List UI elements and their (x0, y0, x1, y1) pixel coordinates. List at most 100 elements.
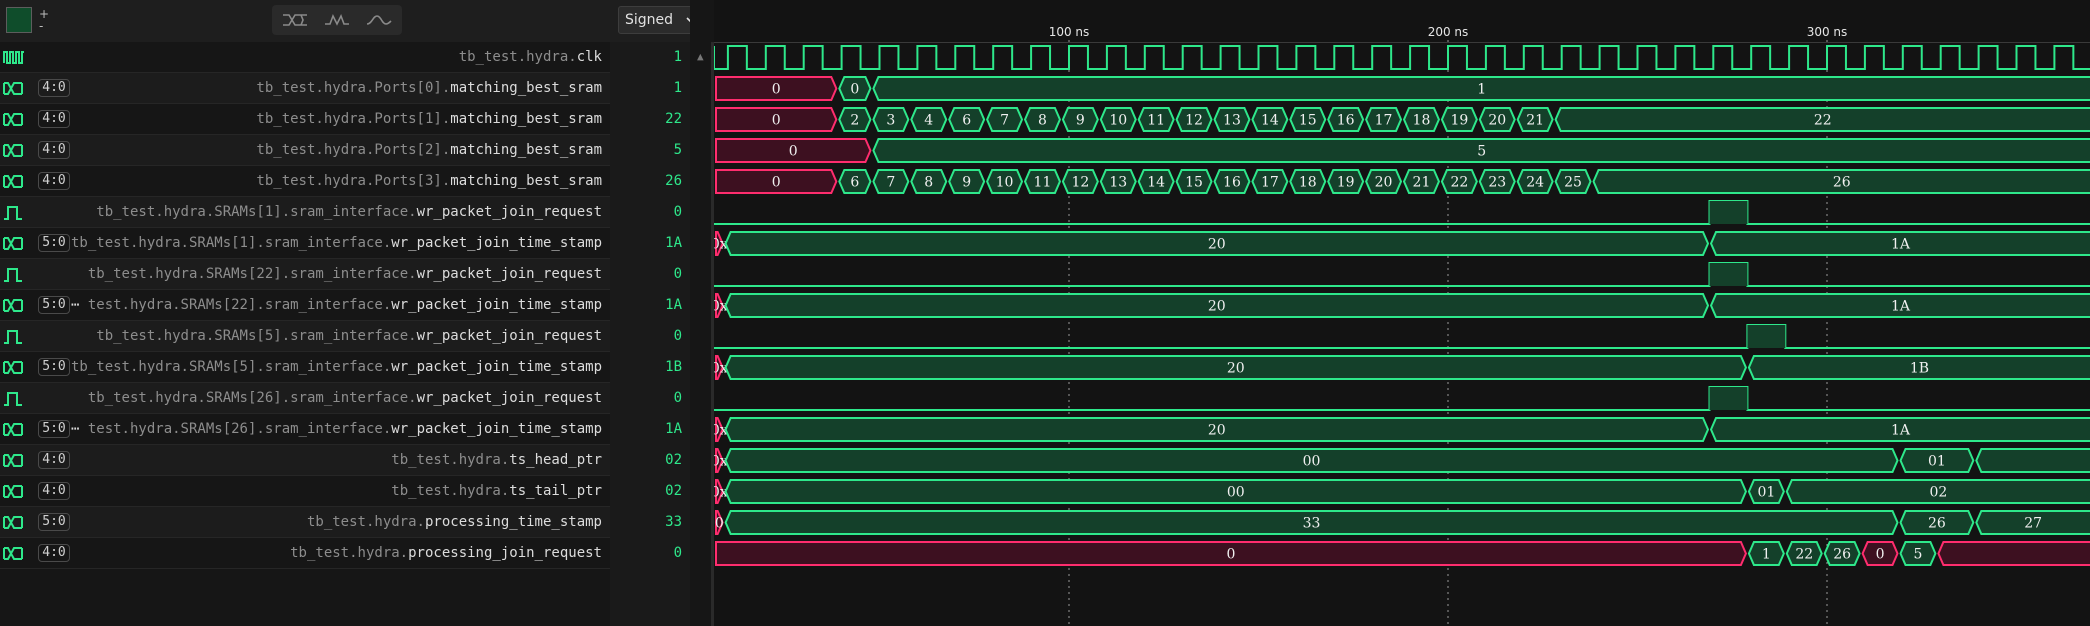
signal-value: 0 (673, 266, 682, 282)
signal-value: 22 (665, 111, 682, 127)
signal-row[interactable]: tb_test.hydra.clk (0, 42, 610, 73)
color-swatch[interactable] (6, 7, 32, 33)
bit-range-badge[interactable]: 4:0 (38, 141, 70, 159)
clock-icon (3, 51, 24, 64)
bus-icon (3, 237, 23, 250)
bus-value-label: 5 (1477, 144, 1486, 160)
collapse-button[interactable]: - (39, 20, 43, 32)
signal-row[interactable]: 5:0 ⋯ test.hydra.SRAMs[26].sram_interface… (0, 414, 610, 445)
value-format-label: Signed (625, 12, 674, 28)
bit-range-badge[interactable]: 5:0 (38, 513, 70, 531)
bus-format-button[interactable] (276, 8, 314, 32)
bus-value-label: 10 (1109, 113, 1127, 129)
waveform-canvas[interactable]: 100 ns 200 ns 300 ns0 0 10 2 3 4 6 7 8 9 10 11 12 13 14 1… (714, 0, 2090, 626)
panel-splitter[interactable]: ▲ (690, 0, 710, 626)
bus-value-label: 16 (1223, 175, 1241, 191)
pulse-icon (4, 392, 22, 406)
pulse-icon (4, 330, 22, 344)
signal-row[interactable]: 4:0 tb_test.hydra.Ports[1].matching_best_… (0, 104, 610, 135)
signal-value: 0 (673, 545, 682, 561)
pulse-wave (714, 200, 2090, 225)
signal-leaf: matching_best_sram (450, 142, 602, 158)
bit-range-badge[interactable]: 5:0 (38, 234, 70, 252)
step-interpolate-button[interactable] (318, 8, 356, 32)
time-tick-label: 200 ns (1428, 25, 1469, 39)
bit-range-badge[interactable]: 4:0 (38, 544, 70, 562)
smooth-interpolate-icon (366, 15, 392, 25)
signal-row[interactable]: tb_test.hydra.SRAMs[1].sram_interface.wr… (0, 197, 610, 228)
bus-value-label: 27 (2024, 516, 2042, 532)
bus-value-label: 01 (1757, 485, 1775, 501)
signal-name: tb_test.hydra.Ports[2].matching_best_sra… (256, 135, 602, 166)
signal-scope: tb_test.hydra.SRAMs[22].sram_interface. (87, 266, 417, 282)
bus-value-label: 02 (1929, 485, 1947, 501)
bus-icon (3, 361, 23, 374)
clock-wave (714, 45, 2090, 70)
bus-value-label: 20 (1208, 299, 1226, 315)
signal-leaf: matching_best_sram (450, 173, 602, 189)
signal-row[interactable]: 4:0 tb_test.hydra.ts_head_ptr (0, 445, 610, 476)
signal-row[interactable]: 5:0 ⋯ test.hydra.SRAMs[22].sram_interface… (0, 290, 610, 321)
scroll-up-icon[interactable]: ▲ (697, 50, 704, 63)
bus-segment (1937, 541, 2090, 566)
bus-value-label: 26 (1833, 175, 1851, 191)
bus-icon (3, 485, 23, 498)
ellipsis: ⋯ (70, 297, 80, 313)
signal-name: tb_test.hydra.processing_join_request (290, 538, 602, 569)
bit-range-badge[interactable]: 4:0 (38, 172, 70, 190)
signal-scope: tb_test.hydra.Ports[2]. (256, 142, 451, 158)
signal-scope: tb_test.hydra.SRAMs[1].sram_interface. (70, 235, 392, 251)
bus-value-label: 20 (1227, 361, 1245, 377)
signal-leaf: wr_packet_join_time_stamp (391, 359, 602, 375)
bit-range-badge[interactable]: 4:0 (38, 451, 70, 469)
signal-row[interactable]: 4:0 tb_test.hydra.ts_tail_ptr (0, 476, 610, 507)
bus-icon (3, 423, 23, 436)
bus-icon (3, 175, 23, 188)
bus-value-label: 23 (1488, 175, 1506, 191)
bus-icon (3, 299, 23, 312)
signal-value: 1A (665, 235, 682, 251)
smooth-interpolate-button[interactable] (360, 8, 398, 32)
waveform-view[interactable]: 100 ns 200 ns 300 ns 0 0 1 0 2 3 4 6 7 8 9 10 11 12 13 14 1… (714, 0, 2090, 626)
pulse-fill (1709, 387, 1748, 410)
signal-row[interactable]: 4:0 tb_test.hydra.Ports[3].matching_best_… (0, 166, 610, 197)
signal-name: tb_test.hydra.SRAMs[1].sram_interface.wr… (71, 228, 602, 259)
signal-name: tb_test.hydra.SRAMs[26].sram_interface.w… (88, 383, 602, 414)
bus-value-label: 17 (1261, 175, 1279, 191)
signal-row[interactable]: 5:0 tb_test.hydra.processing_time_stamp (0, 507, 610, 538)
signal-row[interactable]: 4:0 tb_test.hydra.Ports[2].matching_best_… (0, 135, 610, 166)
signal-leaf: processing_join_request (408, 545, 602, 561)
bit-range-badge[interactable]: 4:0 (38, 110, 70, 128)
signal-name: tb_test.hydra.processing_time_stamp (307, 507, 602, 538)
bus-value-label: 21 (1413, 175, 1431, 191)
signal-row[interactable]: 5:0 tb_test.hydra.SRAMs[1].sram_interface… (0, 228, 610, 259)
bus-value-label: 0 (715, 516, 724, 532)
bus-value-label: 13 (1223, 113, 1241, 129)
bit-range-badge[interactable]: 4:0 (38, 482, 70, 500)
signal-value: 1 (673, 80, 682, 96)
pulse-wave (714, 262, 2090, 287)
signal-row[interactable]: tb_test.hydra.SRAMs[22].sram_interface.w… (0, 259, 610, 290)
bus-value-label: 16 (1337, 113, 1355, 129)
signal-value: 0 (673, 204, 682, 220)
signal-row[interactable]: tb_test.hydra.SRAMs[26].sram_interface.w… (0, 383, 610, 414)
signal-row[interactable]: tb_test.hydra.SRAMs[5].sram_interface.wr… (0, 321, 610, 352)
bit-range-badge[interactable]: 5:0 (38, 296, 70, 314)
signal-leaf: matching_best_sram (450, 80, 602, 96)
bus-value-label: 3 (886, 113, 895, 129)
bit-range-badge[interactable]: 4:0 (38, 79, 70, 97)
signal-name: tb_test.hydra.clk (459, 42, 602, 73)
signal-leaf: wr_packet_join_request (416, 204, 602, 220)
bit-range-badge[interactable]: 5:0 (38, 358, 70, 376)
signal-row[interactable]: 5:0 tb_test.hydra.SRAMs[5].sram_interface… (0, 352, 610, 383)
signal-value: 1B (665, 359, 682, 375)
pulse-icon (4, 206, 22, 220)
bus-value-label: 11 (1034, 175, 1052, 191)
bus-value-label: 24 (1526, 175, 1544, 191)
bus-icon (3, 113, 23, 126)
signal-name: tb_test.hydra.Ports[3].matching_best_sra… (256, 166, 602, 197)
bus-value-label: 9 (1076, 113, 1085, 129)
signal-row[interactable]: 4:0 tb_test.hydra.processing_join_request (0, 538, 610, 569)
signal-row[interactable]: 4:0 tb_test.hydra.Ports[0].matching_best_… (0, 73, 610, 104)
bit-range-badge[interactable]: 5:0 (38, 420, 70, 438)
